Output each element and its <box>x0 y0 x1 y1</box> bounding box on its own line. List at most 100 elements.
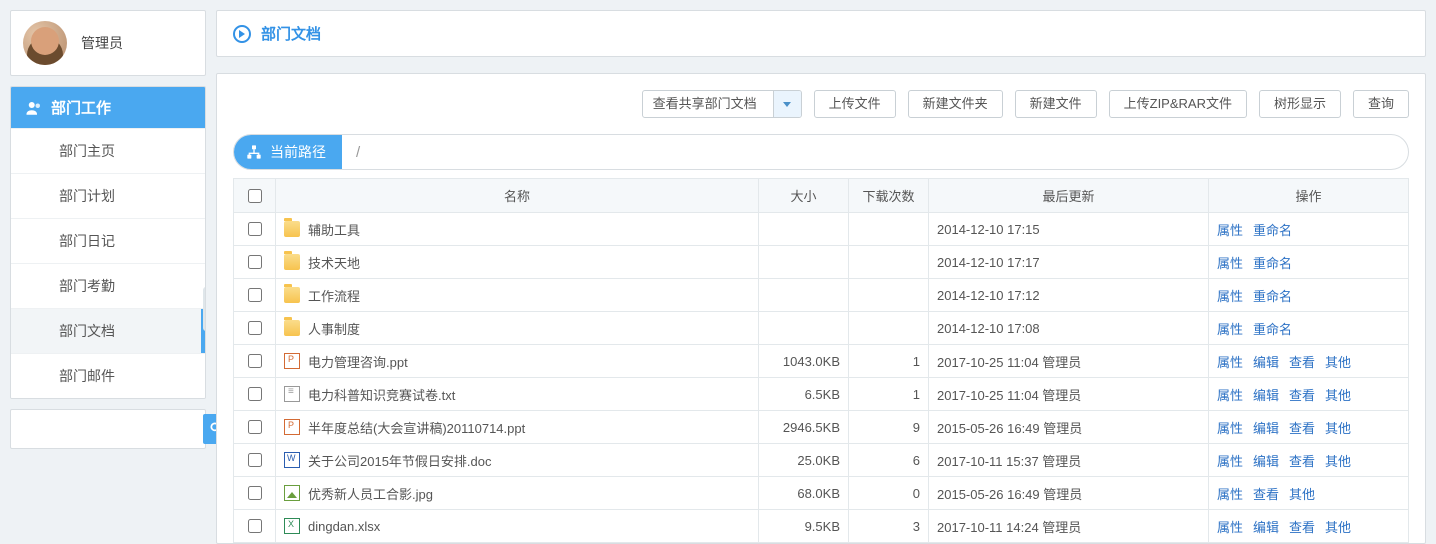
last-updated: 2017-10-11 15:37 管理员 <box>929 444 1209 477</box>
row-ops: 属性编辑查看其他 <box>1209 444 1409 477</box>
avatar <box>23 21 67 65</box>
dept-select[interactable]: 查看共享部门文档 <box>642 90 802 118</box>
sidebar-item[interactable]: 部门主页 <box>11 128 205 173</box>
table-row: 辅助工具2014-12-10 17:15属性重命名 <box>234 213 1409 246</box>
op-props[interactable]: 属性 <box>1217 520 1243 535</box>
row-checkbox[interactable] <box>248 519 262 533</box>
sidebar-header[interactable]: 部门工作 <box>11 87 205 128</box>
folder-icon <box>284 287 300 303</box>
file-name[interactable]: 技术天地 <box>308 253 360 272</box>
op-other[interactable]: 其他 <box>1325 355 1351 370</box>
new-folder-button[interactable]: 新建文件夹 <box>908 90 1003 118</box>
sidebar-collapse-handle[interactable]: ‹ <box>203 287 206 331</box>
row-ops: 属性重命名 <box>1209 213 1409 246</box>
new-file-button[interactable]: 新建文件 <box>1015 90 1097 118</box>
op-edit[interactable]: 编辑 <box>1253 520 1279 535</box>
op-other[interactable]: 其他 <box>1325 421 1351 436</box>
panel-body: 查看共享部门文档 上传文件 新建文件夹 新建文件 上传ZIP&RAR文件 树形显… <box>216 73 1426 544</box>
username: 管理员 <box>81 33 123 53</box>
path-label: 当前路径 <box>234 135 342 169</box>
op-rename[interactable]: 重命名 <box>1253 289 1292 304</box>
file-name[interactable]: 优秀新人员工合影.jpg <box>308 484 433 503</box>
path-bar: 当前路径 / <box>233 134 1409 170</box>
op-rename[interactable]: 重命名 <box>1253 322 1292 337</box>
toolbar: 查看共享部门文档 上传文件 新建文件夹 新建文件 上传ZIP&RAR文件 树形显… <box>217 90 1425 134</box>
row-ops: 属性编辑查看其他 <box>1209 345 1409 378</box>
table-row: 半年度总结(大会宣讲稿)20110714.ppt2946.5KB92015-05… <box>234 411 1409 444</box>
download-count <box>849 246 929 279</box>
col-header-downloads: 下载次数 <box>849 179 929 213</box>
sidebar-item[interactable]: 部门计划 <box>11 173 205 218</box>
file-name[interactable]: 人事制度 <box>308 319 360 338</box>
chevron-right-icon <box>233 25 251 43</box>
chevron-down-icon[interactable] <box>773 91 801 117</box>
file-name[interactable]: dingdan.xlsx <box>308 519 380 534</box>
file-name[interactable]: 工作流程 <box>308 286 360 305</box>
sidebar-item[interactable]: 部门邮件 <box>11 353 205 398</box>
download-count <box>849 213 929 246</box>
last-updated: 2014-12-10 17:08 <box>929 312 1209 345</box>
op-view[interactable]: 查看 <box>1289 421 1315 436</box>
row-checkbox[interactable] <box>248 255 262 269</box>
download-count: 9 <box>849 411 929 444</box>
file-name[interactable]: 辅助工具 <box>308 220 360 239</box>
op-edit[interactable]: 编辑 <box>1253 454 1279 469</box>
op-props[interactable]: 属性 <box>1217 421 1243 436</box>
download-count: 3 <box>849 510 929 543</box>
op-edit[interactable]: 编辑 <box>1253 355 1279 370</box>
op-props[interactable]: 属性 <box>1217 355 1243 370</box>
op-props[interactable]: 属性 <box>1217 487 1243 502</box>
upload-file-button[interactable]: 上传文件 <box>814 90 896 118</box>
op-view[interactable]: 查看 <box>1253 487 1279 502</box>
tree-view-button[interactable]: 树形显示 <box>1259 90 1341 118</box>
op-other[interactable]: 其他 <box>1325 388 1351 403</box>
op-props[interactable]: 属性 <box>1217 322 1243 337</box>
row-checkbox[interactable] <box>248 354 262 368</box>
table-row: 技术天地2014-12-10 17:17属性重命名 <box>234 246 1409 279</box>
last-updated: 2017-10-25 11:04 管理员 <box>929 345 1209 378</box>
row-checkbox[interactable] <box>248 387 262 401</box>
op-other[interactable]: 其他 <box>1325 520 1351 535</box>
download-count <box>849 312 929 345</box>
sidebar-item[interactable]: 部门日记 <box>11 218 205 263</box>
row-checkbox[interactable] <box>248 222 262 236</box>
row-checkbox[interactable] <box>248 288 262 302</box>
col-header-size: 大小 <box>759 179 849 213</box>
op-props[interactable]: 属性 <box>1217 454 1243 469</box>
file-name[interactable]: 电力管理咨询.ppt <box>308 352 408 371</box>
op-other[interactable]: 其他 <box>1325 454 1351 469</box>
sidebar-menu: 部门工作 部门主页部门计划部门日记部门考勤部门文档部门邮件 ‹ <box>10 86 206 399</box>
select-all-checkbox[interactable] <box>248 189 262 203</box>
upload-zip-button[interactable]: 上传ZIP&RAR文件 <box>1109 90 1247 118</box>
row-checkbox[interactable] <box>248 453 262 467</box>
op-props[interactable]: 属性 <box>1217 289 1243 304</box>
op-view[interactable]: 查看 <box>1289 388 1315 403</box>
search-button[interactable]: 查询 <box>1353 90 1409 118</box>
sidebar-item[interactable]: 部门文档 <box>11 308 205 353</box>
row-checkbox[interactable] <box>248 420 262 434</box>
op-edit[interactable]: 编辑 <box>1253 421 1279 436</box>
file-size <box>759 279 849 312</box>
col-header-name: 名称 <box>276 179 759 213</box>
xls-icon <box>284 518 300 534</box>
op-edit[interactable]: 编辑 <box>1253 388 1279 403</box>
op-rename[interactable]: 重命名 <box>1253 223 1292 238</box>
op-props[interactable]: 属性 <box>1217 388 1243 403</box>
row-checkbox[interactable] <box>248 321 262 335</box>
file-name[interactable]: 电力科普知识竞赛试卷.txt <box>308 385 455 404</box>
row-ops: 属性查看其他 <box>1209 477 1409 510</box>
op-view[interactable]: 查看 <box>1289 355 1315 370</box>
op-other[interactable]: 其他 <box>1289 487 1315 502</box>
op-props[interactable]: 属性 <box>1217 256 1243 271</box>
op-rename[interactable]: 重命名 <box>1253 256 1292 271</box>
op-props[interactable]: 属性 <box>1217 223 1243 238</box>
sidebar-search-input[interactable] <box>15 418 203 441</box>
table-row: 人事制度2014-12-10 17:08属性重命名 <box>234 312 1409 345</box>
file-name[interactable]: 半年度总结(大会宣讲稿)20110714.ppt <box>308 418 525 437</box>
op-view[interactable]: 查看 <box>1289 520 1315 535</box>
file-name[interactable]: 关于公司2015年节假日安排.doc <box>308 451 492 470</box>
row-checkbox[interactable] <box>248 486 262 500</box>
sidebar-item[interactable]: 部门考勤 <box>11 263 205 308</box>
row-ops: 属性重命名 <box>1209 312 1409 345</box>
op-view[interactable]: 查看 <box>1289 454 1315 469</box>
